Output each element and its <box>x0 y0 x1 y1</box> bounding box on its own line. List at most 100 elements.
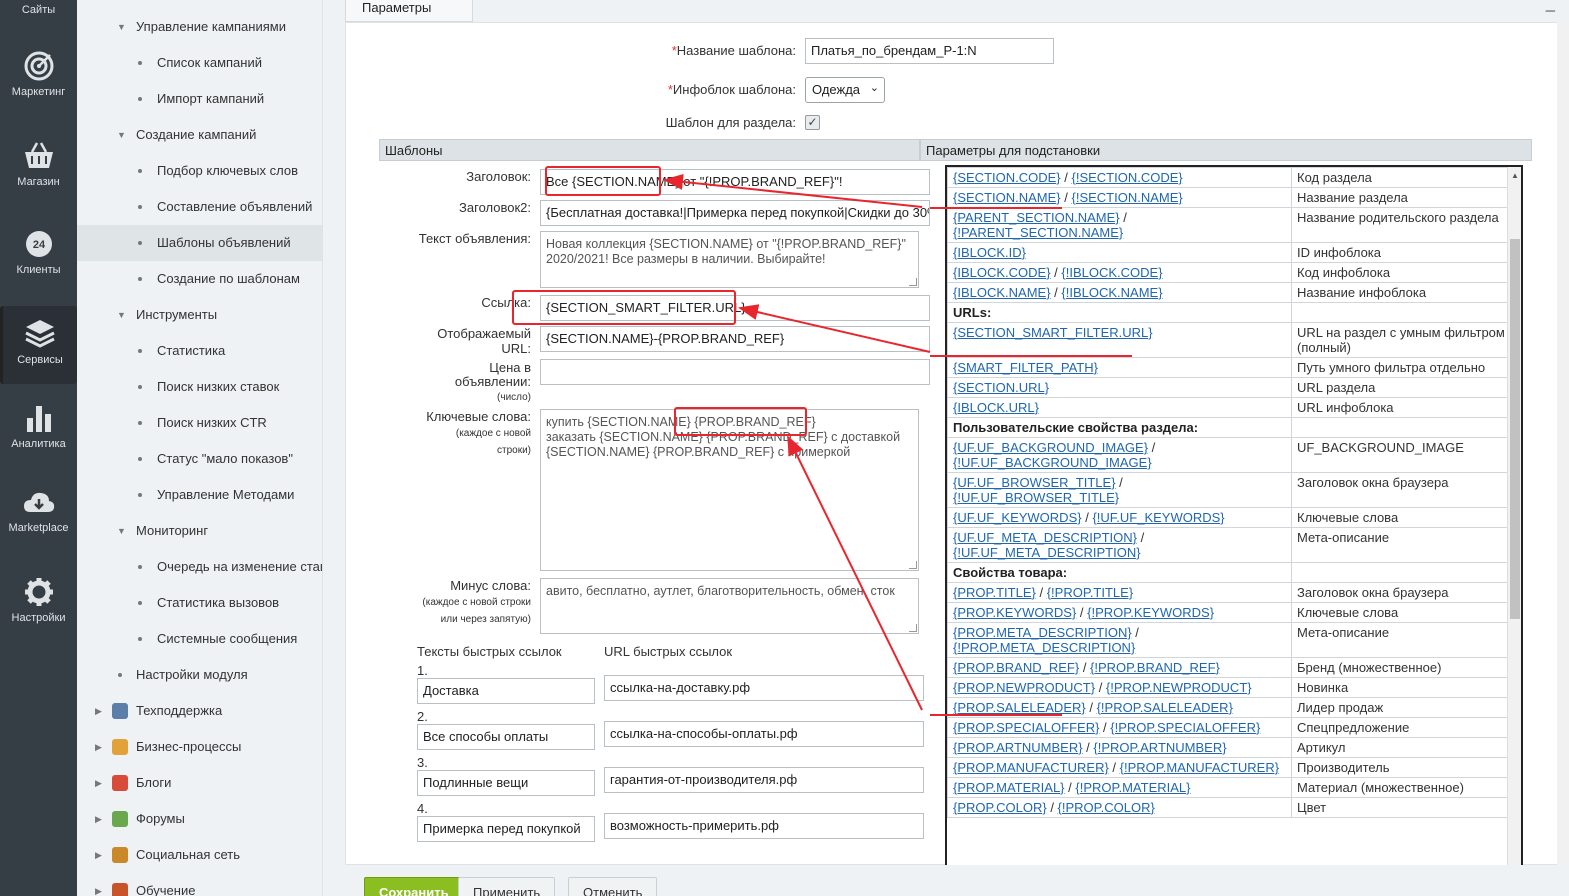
param-code-raw-link[interactable]: {!PARENT_SECTION.NAME} <box>953 225 1123 240</box>
param-code-link[interactable]: {SECTION_SMART_FILTER.URL} <box>953 325 1153 340</box>
param-code-link[interactable]: {PROP.BRAND_REF} <box>953 660 1079 675</box>
nav-analytics[interactable]: Аналитика <box>0 402 77 480</box>
expand-arrow-icon[interactable]: ▼ <box>117 513 126 549</box>
param-code-raw-link[interactable]: {!UF.UF_KEYWORDS} <box>1092 510 1224 525</box>
submenu-item[interactable]: Статистика <box>77 333 322 369</box>
title2-input[interactable]: {Бесплатная доставка!|Примерка перед пок… <box>540 200 930 226</box>
pin-icon[interactable]: ▁ <box>1546 0 1555 12</box>
param-code-raw-link[interactable]: {!PROP.ARTNUMBER} <box>1093 740 1226 755</box>
nav-marketplace[interactable]: Marketplace <box>0 488 77 566</box>
param-code-raw-link[interactable]: {!PROP.NEWPRODUCT} <box>1106 680 1252 695</box>
param-code-link[interactable]: {SECTION.URL} <box>953 380 1049 395</box>
expand-arrow-icon[interactable]: ▼ <box>117 117 126 153</box>
param-code-link[interactable]: {IBLOCK.NAME} <box>953 285 1051 300</box>
collapse-arrow-icon[interactable]: ▶ <box>95 765 102 801</box>
param-code-link[interactable]: {PROP.TITLE} <box>953 585 1036 600</box>
param-code-link[interactable]: {SECTION.CODE} <box>953 170 1061 185</box>
params-scrollbar[interactable]: ▲ <box>1507 167 1521 886</box>
tab-parameters[interactable]: Параметры <box>345 0 473 22</box>
scroll-thumb[interactable] <box>1510 239 1520 619</box>
submenu-item[interactable]: Настройки модуля <box>77 657 322 693</box>
submenu-item[interactable]: Статистика вызовов <box>77 585 322 621</box>
submenu-item[interactable]: ▶ Бизнес-процессы <box>77 729 322 765</box>
template-name-input[interactable]: Платья_по_брендам_P-1:N <box>805 38 1054 64</box>
submenu-item[interactable]: Составление объявлений <box>77 189 322 225</box>
param-code-raw-link[interactable]: {!SECTION.CODE} <box>1071 170 1182 185</box>
iblock-select[interactable]: Одежда ⌄ <box>805 77 885 103</box>
param-code-raw-link[interactable]: {!UF.UF_BROWSER_TITLE} <box>953 490 1119 505</box>
submenu-item[interactable]: Управление Методами <box>77 477 322 513</box>
section-template-checkbox[interactable]: ✓ <box>805 115 820 130</box>
submenu-item[interactable]: ▶ Блоги <box>77 765 322 801</box>
param-code-raw-link[interactable]: {!PROP.COLOR} <box>1058 800 1155 815</box>
param-code-link[interactable]: {PROP.KEYWORDS} <box>953 605 1076 620</box>
param-code-raw-link[interactable]: {!PROP.MATERIAL} <box>1075 780 1190 795</box>
title-input[interactable]: Все {SECTION.NAME} от "{!PROP.BRAND_REF}… <box>540 169 930 195</box>
nav-sites[interactable]: Сайты <box>0 0 77 24</box>
param-code-link[interactable]: {PROP.SPECIALOFFER} <box>953 720 1099 735</box>
quick-link-text-input[interactable]: Подлинные вещи <box>417 770 595 796</box>
expand-arrow-icon[interactable]: ▼ <box>117 9 126 45</box>
nav-marketing[interactable]: Маркетинг <box>0 50 77 128</box>
resize-handle[interactable] <box>909 561 917 569</box>
quick-link-text-input[interactable]: Все способы оплаты <box>417 724 595 750</box>
nav-services[interactable]: Сервисы <box>0 306 77 384</box>
quick-link-text-input[interactable]: Примерка перед покупкой <box>417 816 595 842</box>
quick-link-url-input[interactable]: ссылка-на-доставку.рф <box>604 675 924 701</box>
minus-words-textarea[interactable]: авито, бесплатно, аутлет, благотворитель… <box>540 578 919 634</box>
param-code-link[interactable]: {PROP.MATERIAL} <box>953 780 1065 795</box>
scroll-up-icon[interactable]: ▲ <box>1511 171 1519 180</box>
param-code-raw-link[interactable]: {!UF.UF_META_DESCRIPTION} <box>953 545 1141 560</box>
param-code-link[interactable]: {UF.UF_BROWSER_TITLE} <box>953 475 1116 490</box>
price-input[interactable] <box>540 359 930 385</box>
nav-shop[interactable]: Магазин <box>0 140 77 218</box>
submenu-item[interactable]: ▼ Управление кампаниями <box>77 9 322 45</box>
submenu-item[interactable]: Поиск низких CTR <box>77 405 322 441</box>
param-code-link[interactable]: {IBLOCK.ID} <box>953 245 1026 260</box>
quick-link-text-input[interactable]: Доставка <box>417 678 595 704</box>
param-code-link[interactable]: {IBLOCK.CODE} <box>953 265 1051 280</box>
param-code-raw-link[interactable]: {!IBLOCK.CODE} <box>1061 265 1162 280</box>
quick-link-url-input[interactable]: гарантия-от-производителя.рф <box>604 767 924 793</box>
submenu-item[interactable]: ▶ Обучение <box>77 873 322 896</box>
cancel-button[interactable]: Отменить <box>568 877 658 896</box>
submenu-item[interactable]: Список кампаний <box>77 45 322 81</box>
param-code-link[interactable]: {SMART_FILTER_PATH} <box>953 360 1098 375</box>
param-code-link[interactable]: {PROP.MANUFACTURER} <box>953 760 1109 775</box>
param-code-link[interactable]: {PROP.NEWPRODUCT} <box>953 680 1095 695</box>
nav-settings[interactable]: Настройки <box>0 576 77 654</box>
submenu-item[interactable]: Создание по шаблонам <box>77 261 322 297</box>
param-code-raw-link[interactable]: {!PROP.MANUFACTURER} <box>1120 760 1279 775</box>
param-code-link[interactable]: {PROP.ARTNUMBER} <box>953 740 1083 755</box>
page-scrollbar[interactable] <box>1557 22 1569 865</box>
param-code-raw-link[interactable]: {!PROP.TITLE} <box>1047 585 1133 600</box>
quick-link-url-input[interactable]: ссылка-на-способы-оплаты.рф <box>604 721 924 747</box>
apply-button[interactable]: Применить <box>458 877 556 896</box>
param-code-link[interactable]: {PROP.META_DESCRIPTION} <box>953 625 1132 640</box>
collapse-arrow-icon[interactable]: ▶ <box>95 801 102 837</box>
param-code-link[interactable]: {IBLOCK.URL} <box>953 400 1039 415</box>
param-code-raw-link[interactable]: {!SECTION.NAME} <box>1071 190 1182 205</box>
submenu-item[interactable]: ▼ Инструменты <box>77 297 322 333</box>
submenu-item[interactable]: Очередь на изменение ставок <box>77 549 322 585</box>
resize-handle[interactable] <box>909 278 917 286</box>
submenu-item[interactable]: Шаблоны объявлений <box>77 225 322 261</box>
collapse-arrow-icon[interactable]: ▶ <box>95 729 102 765</box>
ad-text-textarea[interactable]: Новая коллекция {SECTION.NAME} от "{!PRO… <box>540 231 919 288</box>
param-code-link[interactable]: {UF.UF_BACKGROUND_IMAGE} <box>953 440 1148 455</box>
expand-arrow-icon[interactable]: ▼ <box>117 297 126 333</box>
save-button[interactable]: Сохранить <box>364 877 464 896</box>
param-code-link[interactable]: {PARENT_SECTION.NAME} <box>953 210 1120 225</box>
collapse-arrow-icon[interactable]: ▶ <box>95 837 102 873</box>
submenu-item[interactable]: Поиск низких ставок <box>77 369 322 405</box>
collapse-arrow-icon[interactable]: ▶ <box>95 693 102 729</box>
param-code-raw-link[interactable]: {!IBLOCK.NAME} <box>1061 285 1162 300</box>
param-code-link[interactable]: {UF.UF_KEYWORDS} <box>953 510 1082 525</box>
param-code-raw-link[interactable]: {!PROP.BRAND_REF} <box>1090 660 1220 675</box>
param-code-raw-link[interactable]: {!PROP.KEYWORDS} <box>1087 605 1214 620</box>
param-code-link[interactable]: {PROP.SALELEADER} <box>953 700 1086 715</box>
param-code-link[interactable]: {SECTION.NAME} <box>953 190 1061 205</box>
param-code-raw-link[interactable]: {!UF.UF_BACKGROUND_IMAGE} <box>953 455 1152 470</box>
quick-link-url-input[interactable]: возможность-примерить.рф <box>604 813 924 839</box>
param-code-raw-link[interactable]: {!PROP.SALELEADER} <box>1097 700 1233 715</box>
